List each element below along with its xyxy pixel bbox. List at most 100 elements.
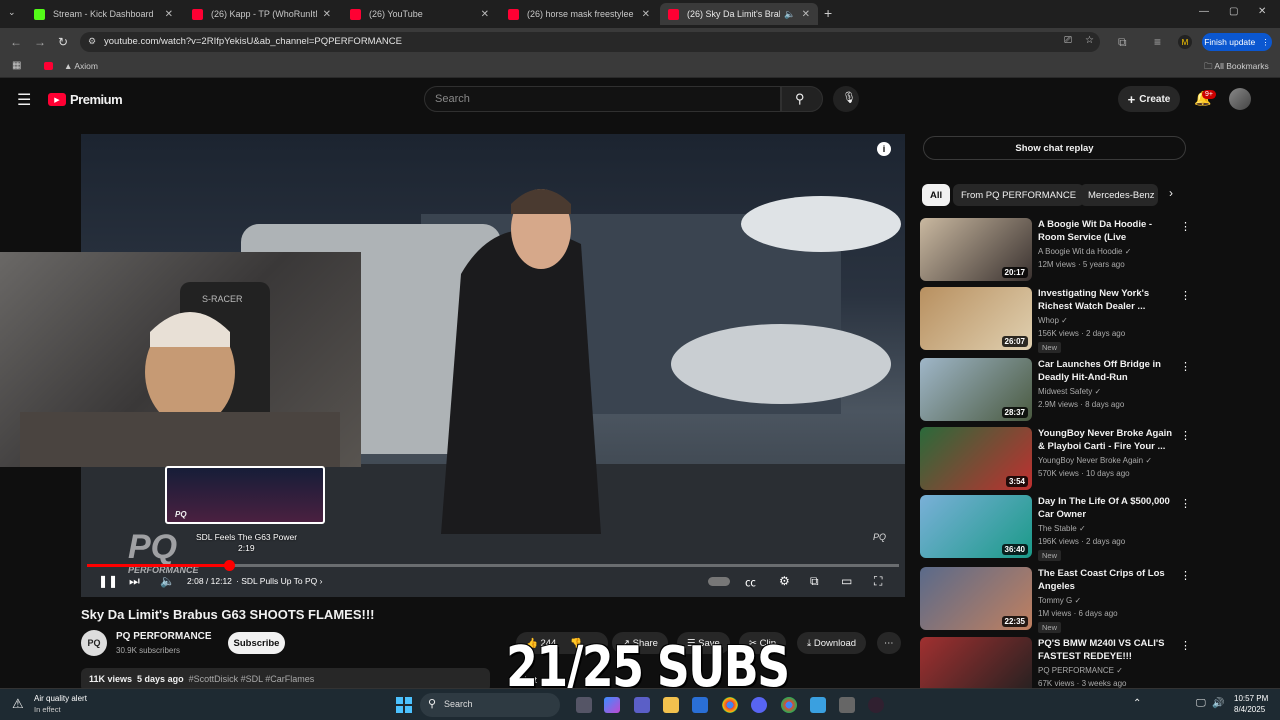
channel-avatar[interactable]: PQ (81, 630, 107, 656)
video-thumbnail[interactable]: 28:37 (920, 358, 1032, 421)
chip-all[interactable]: All (922, 184, 951, 206)
close-icon[interactable]: ✕ (165, 9, 173, 20)
recommended-video[interactable]: 36:40 Day In The Life Of A $500,000 Car O… (920, 495, 1191, 561)
chip-from-pq-performance[interactable]: From PQ PERFORMANCE (953, 184, 1085, 206)
network-icon[interactable]: 🖵 (1196, 698, 1206, 709)
search-input[interactable]: Search (424, 86, 781, 112)
recommended-video[interactable]: 28:37 Car Launches Off Bridge in Deadly H… (920, 358, 1191, 422)
axiom-bookmark[interactable]: ▲ Axiom (64, 61, 98, 71)
recommended-video[interactable]: 20:17 A Boogie Wit Da Hoodie - Room Servi… (920, 218, 1191, 282)
video-thumbnail[interactable]: 36:40 (920, 495, 1032, 558)
chip-mercedes-benz[interactable]: Mercedes-Benz (1080, 184, 1158, 206)
video-thumbnail[interactable]: 22:35 (920, 567, 1032, 630)
recommended-video[interactable]: 22:35 The East Coast Crips of Los Angeles… (920, 567, 1191, 633)
rec-title[interactable]: Day In The Life Of A $500,000 Car Owner (1038, 495, 1178, 521)
settings-gear-icon[interactable]: ⚙ (779, 574, 790, 588)
rec-title[interactable]: Investigating New York's Richest Watch D… (1038, 287, 1178, 313)
rec-title[interactable]: A Boogie Wit Da Hoodie - Room Service (L… (1038, 218, 1178, 245)
tab-youtube[interactable]: (26) YouTube ✕ (342, 3, 497, 25)
more-vertical-icon[interactable]: ⋮ (1180, 429, 1191, 442)
captions-icon[interactable]: ㏄ (745, 574, 756, 590)
window-close-icon[interactable]: ✕ (1258, 6, 1266, 17)
obs-icon[interactable] (868, 697, 884, 713)
download-button[interactable]: ⤓ Download (797, 632, 867, 654)
install-icon[interactable]: ⎚ (1064, 35, 1072, 46)
rec-channel[interactable]: PQ PERFORMANCE ✓ (1038, 666, 1123, 675)
task-view-icon[interactable] (576, 697, 592, 713)
back-icon[interactable]: ← (10, 35, 22, 49)
more-vertical-icon[interactable]: ⋮ (1180, 360, 1191, 373)
recommended-video[interactable]: 26:07 Investigating New York's Richest Wa… (920, 287, 1191, 353)
rec-channel[interactable]: A Boogie Wit da Hoodie ✓ (1038, 247, 1131, 256)
recommended-video[interactable]: 3:54 YoungBoy Never Broke Again & Playboi… (920, 427, 1191, 491)
close-icon[interactable]: ✕ (481, 9, 489, 20)
hashtags[interactable]: #ScottDisick #SDL #CarFlames (189, 674, 315, 684)
youtube-logo[interactable]: ▶ Premium (48, 92, 123, 107)
tab-kapp[interactable]: (26) Kapp - TP (WhoRunItNYC ] ✕ (184, 3, 339, 25)
rec-channel[interactable]: Midwest Safety ✓ (1038, 387, 1101, 396)
fullscreen-icon[interactable]: ⛶ (874, 574, 882, 589)
teams-icon[interactable] (634, 697, 650, 713)
chrome-icon[interactable] (722, 697, 738, 713)
video-thumbnail[interactable]: 3:54 (920, 427, 1032, 490)
user-avatar[interactable] (1229, 88, 1251, 110)
more-vertical-icon[interactable]: ⋮ (1180, 289, 1191, 302)
reload-icon[interactable]: ↻ (58, 35, 68, 49)
forward-icon[interactable]: → (34, 35, 46, 49)
reading-list-icon[interactable]: ≡ (1154, 35, 1161, 49)
voice-search-button[interactable]: 🎙 (833, 86, 859, 112)
finish-update-button[interactable]: Finish update ⋮ (1202, 33, 1272, 51)
chevron-up-icon[interactable]: ⌃ (1133, 698, 1141, 709)
url-field[interactable]: ⚙ youtube.com/watch?v=2RIfpYekisU&ab_cha… (80, 32, 1100, 52)
rec-channel[interactable]: Tommy G ✓ (1038, 596, 1081, 605)
more-vertical-icon[interactable]: ⋮ (1180, 639, 1191, 652)
rec-title[interactable]: YoungBoy Never Broke Again & Playboi Car… (1038, 427, 1178, 453)
search-button[interactable]: ⚲ (781, 86, 823, 112)
tab-kick-dashboard[interactable]: Stream - Kick Dashboard ✕ (26, 3, 181, 25)
site-info-icon[interactable]: ⚙ (88, 36, 96, 47)
volume-icon[interactable]: 🔈 (160, 574, 175, 588)
subscribe-button[interactable]: Subscribe (228, 632, 285, 654)
youtube-bookmark-icon[interactable] (44, 62, 53, 70)
windows-start-icon[interactable] (396, 697, 412, 713)
tab-brabus-video[interactable]: (26) Sky Da Limit's Brabus G 🔈 ✕ (660, 3, 818, 25)
info-icon[interactable]: i (877, 142, 891, 156)
chrome-profile-icon[interactable] (781, 697, 797, 713)
volume-tray-icon[interactable]: 🔊 (1212, 698, 1224, 709)
apps-grid-icon[interactable]: ▦ (12, 60, 21, 71)
rec-channel[interactable]: Whop ✓ (1038, 316, 1068, 325)
more-actions-button[interactable]: ⋯ (877, 632, 901, 654)
channel-name[interactable]: PQ PERFORMANCE (116, 631, 212, 642)
speaker-icon[interactable]: 🔈 (784, 9, 795, 20)
theater-mode-icon[interactable]: ▭ (841, 574, 852, 588)
discord-icon[interactable] (751, 697, 767, 713)
video-thumbnail[interactable]: 26:07 (920, 287, 1032, 350)
calculator-icon[interactable] (839, 697, 855, 713)
rec-title[interactable]: The East Coast Crips of Los Angeles (1038, 567, 1178, 593)
rec-title[interactable]: Car Launches Off Bridge in Deadly Hit-An… (1038, 358, 1178, 384)
miniplayer-icon[interactable]: ⧉ (810, 574, 819, 589)
rec-title[interactable]: PQ'S BMW M240I VS CALI'S FASTEST REDEYE!… (1038, 637, 1178, 664)
rec-channel[interactable]: The Stable ✓ (1038, 524, 1086, 533)
new-tab-icon[interactable]: + (824, 5, 832, 21)
chapter-button[interactable]: · SDL Pulls Up To PQ › (236, 576, 322, 586)
close-icon[interactable]: ✕ (802, 9, 810, 20)
minimize-icon[interactable]: — (1199, 6, 1209, 17)
all-bookmarks[interactable]: 🗀 All Bookmarks (1204, 61, 1269, 75)
video-thumbnail[interactable]: 20:17 (920, 218, 1032, 281)
tab-horse-mask[interactable]: (26) horse mask freestylee - You ✕ (500, 3, 658, 25)
notepad-icon[interactable] (810, 697, 826, 713)
bookmark-star-icon[interactable]: ☆ (1085, 35, 1094, 46)
show-chat-replay-button[interactable]: Show chat replay (923, 136, 1186, 160)
extensions-icon[interactable]: ⧉ (1118, 35, 1127, 50)
more-vertical-icon[interactable]: ⋮ (1180, 220, 1191, 233)
pause-icon[interactable]: ❚❚ (98, 574, 118, 588)
more-vertical-icon[interactable]: ⋮ (1180, 569, 1191, 582)
chevron-right-icon[interactable]: › (1169, 186, 1173, 200)
rec-channel[interactable]: YoungBoy Never Broke Again ✓ (1038, 456, 1152, 465)
taskbar-search[interactable]: ⚲ Search (420, 693, 560, 717)
weather-icon[interactable]: ⚠ (12, 696, 24, 712)
profile-avatar[interactable]: M (1178, 35, 1192, 49)
tab-search-icon[interactable]: ⌄ (8, 7, 16, 18)
hamburger-menu-icon[interactable]: ☰ (17, 90, 31, 110)
